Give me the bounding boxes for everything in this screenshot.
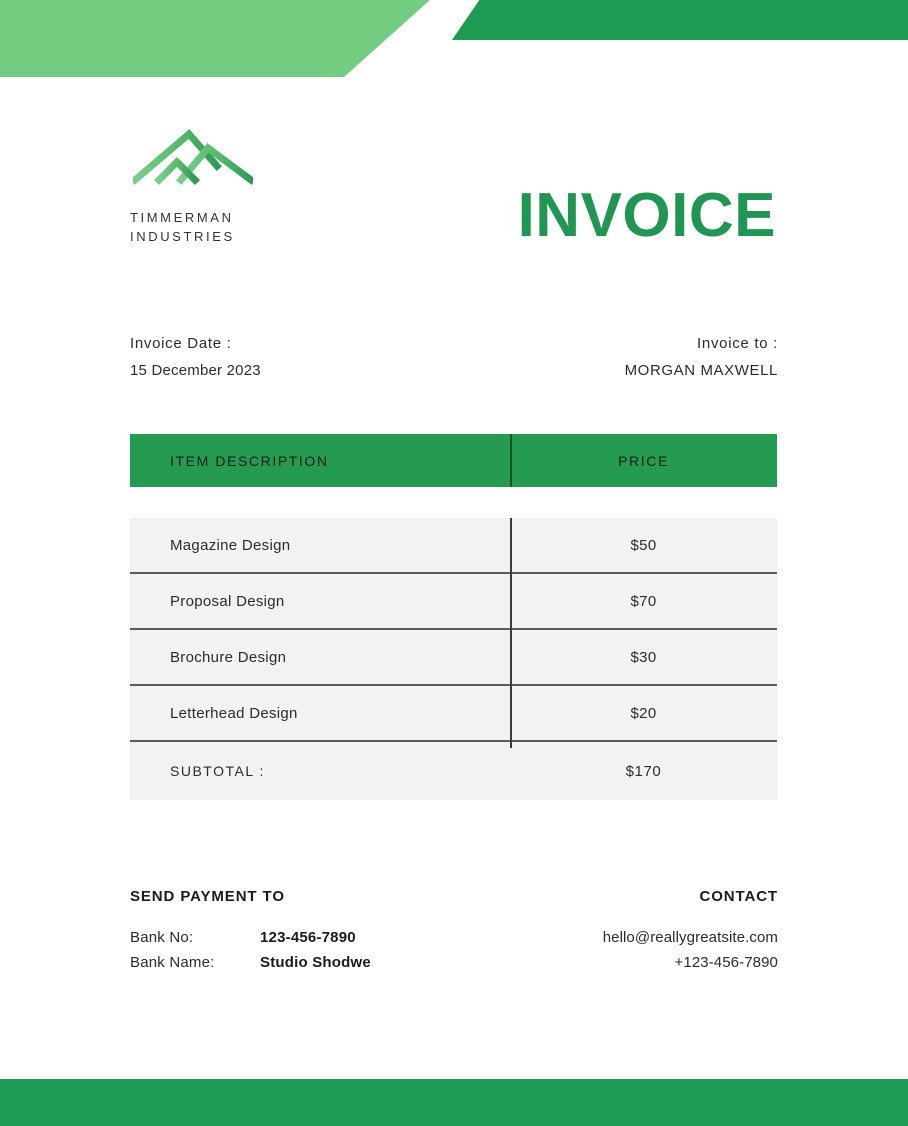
items-table-body: Magazine Design $50 Proposal Design $70 … [130,518,777,800]
contact-email[interactable]: hello@reallygreatsite.com [603,925,778,950]
items-table-header: ITEM DESCRIPTION PRICE [130,434,777,487]
body-column-divider [510,518,512,748]
bank-no-label: Bank No: [130,929,194,946]
table-row: Proposal Design $70 [130,574,777,630]
item-price: $30 [630,648,657,666]
bank-no-line: Bank No: 123-456-7890 [130,925,371,950]
invoice-date-value: 15 December 2023 [130,362,261,379]
table-row: Magazine Design $50 [130,518,777,574]
brand-name-line1: TIMMERMAN [130,210,234,225]
column-header-price: PRICE [510,434,777,487]
invoice-page: TIMMERMAN INDUSTRIES INVOICE Invoice Dat… [0,0,908,1126]
items-table: ITEM DESCRIPTION PRICE Magazine Design $… [130,434,777,800]
brand-name-line2: INDUSTRIES [130,229,235,244]
payment-block: SEND PAYMENT TO Bank No: 123-456-7890 Ba… [130,888,371,975]
item-description: Proposal Design [170,592,285,610]
footer-info-row: SEND PAYMENT TO Bank No: 123-456-7890 Ba… [130,888,778,975]
invoice-meta-row: Invoice Date : 15 December 2023 Invoice … [130,330,778,384]
bank-name-value: Studio Shodwe [260,954,371,971]
contact-block: CONTACT hello@reallygreatsite.com +123-4… [603,888,778,975]
brand-block: TIMMERMAN INDUSTRIES [130,128,256,246]
footer-bar [0,1079,908,1126]
item-price: $50 [630,536,657,554]
invoice-to-block: Invoice to : MORGAN MAXWELL [625,330,778,384]
item-price: $20 [630,704,657,722]
contact-details: hello@reallygreatsite.com +123-456-7890 [603,925,778,975]
header-shape-light-green [0,0,430,77]
bank-name-line: Bank Name: Studio Shodwe [130,950,371,975]
invoice-to-label: Invoice to : [697,335,778,352]
item-price: $70 [630,592,657,610]
contact-heading: CONTACT [699,888,778,905]
payment-details: Bank No: 123-456-7890 Bank Name: Studio … [130,925,371,975]
mountain-peaks-icon [130,128,256,188]
invoice-date-block: Invoice Date : 15 December 2023 [130,330,261,384]
invoice-date-label: Invoice Date : [130,335,232,352]
column-header-description: ITEM DESCRIPTION [130,434,510,487]
header-column-divider [510,434,512,487]
brand-name: TIMMERMAN INDUSTRIES [130,208,253,246]
subtotal-label: SUBTOTAL : [170,763,265,779]
table-row: Brochure Design $30 [130,630,777,686]
subtotal-row: SUBTOTAL : $170 [130,742,777,800]
bank-no-value: 123-456-7890 [260,929,356,946]
payment-heading: SEND PAYMENT TO [130,888,285,905]
item-description: Brochure Design [170,648,287,666]
subtotal-value: $170 [625,762,662,780]
brand-and-title-row: TIMMERMAN INDUSTRIES INVOICE [130,128,778,247]
item-description: Magazine Design [170,536,291,554]
header-shape-dark-green [452,0,908,40]
bank-name-label: Bank Name: [130,954,215,971]
column-header-description-label: ITEM DESCRIPTION [170,452,329,469]
invoice-to-value: MORGAN MAXWELL [624,362,778,379]
column-header-price-label: PRICE [618,452,669,469]
table-row: Letterhead Design $20 [130,686,777,742]
page-title: INVOICE [517,181,776,250]
item-description: Letterhead Design [170,704,298,722]
header-decoration [0,0,908,90]
contact-phone[interactable]: +123-456-7890 [603,950,778,975]
